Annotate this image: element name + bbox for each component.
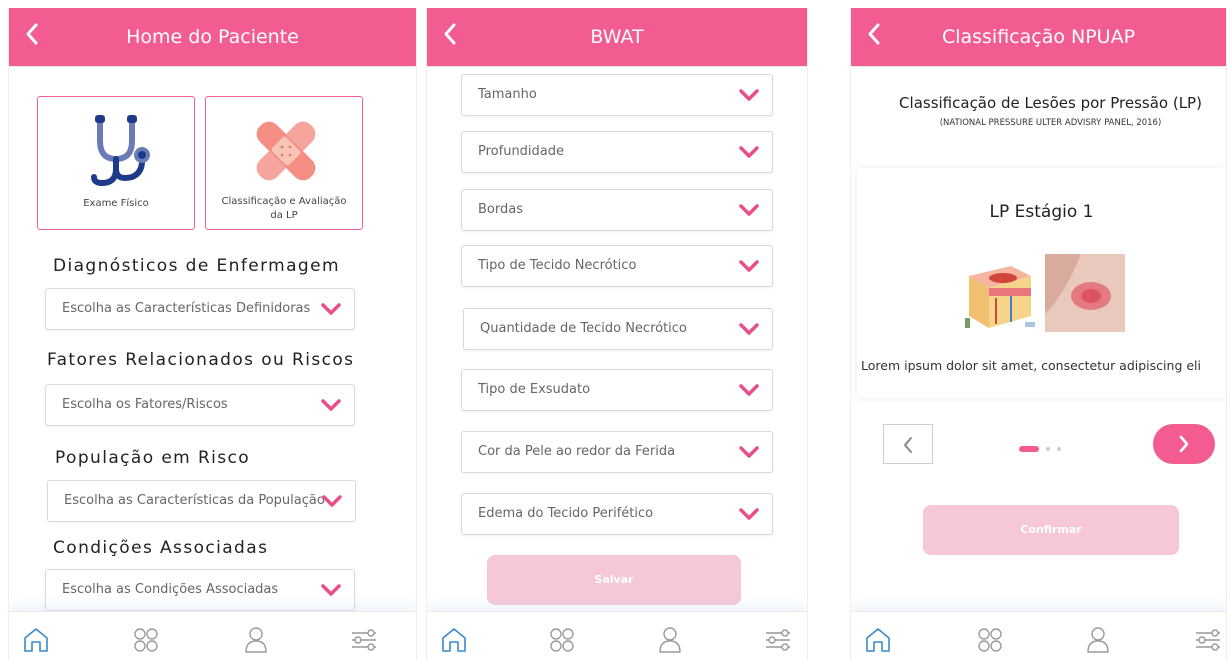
tab-grid[interactable] (547, 626, 577, 654)
tab-settings[interactable] (763, 626, 793, 654)
select-label: Bordas (478, 202, 523, 217)
header: Home do Paciente (9, 8, 416, 66)
select-label: Edema do Tecido Perifético (478, 506, 654, 521)
select-quantidade-tecido-necrotico[interactable]: Quantidade de Tecido Necrótico (463, 308, 773, 350)
tab-grid[interactable] (975, 626, 1005, 654)
select-label: Escolha as Características Definidoras (62, 301, 311, 316)
page-heading: Classificação de Lesões por Pressão (LP) (899, 94, 1202, 112)
page-title: Classificação NPUAP (941, 26, 1136, 48)
bandage-icon (256, 121, 316, 181)
chevron-down-icon (739, 89, 759, 101)
grid-icon (134, 628, 158, 652)
select-tamanho[interactable]: Tamanho (461, 74, 773, 116)
home-icon (442, 628, 466, 652)
bottom-tab-bar (851, 611, 1226, 661)
chevron-down-icon (739, 260, 759, 272)
chevron-down-icon (739, 146, 759, 158)
card-label-line2: da LP (270, 210, 298, 221)
tab-settings[interactable] (1193, 626, 1223, 654)
grid-icon (550, 628, 574, 652)
select-fatores-riscos[interactable]: Escolha os Fatores/Riscos (45, 384, 355, 426)
sliders-icon (352, 629, 376, 651)
chevron-left-icon (904, 437, 912, 453)
tab-home[interactable] (863, 626, 893, 654)
tab-home[interactable] (439, 626, 469, 654)
chevron-down-icon (739, 384, 759, 396)
slide-text: Lorem ipsum dolor sit amet, consectetur … (861, 358, 1201, 373)
section-title-diagnosticos: Diagnósticos de Enfermagem (53, 256, 340, 276)
chevron-right-icon (1179, 435, 1189, 453)
chevron-down-icon (322, 495, 342, 507)
card-label: Exame Físico (83, 198, 149, 209)
screen-bwat: BWAT Tamanho Profundidade Bordas Tipo de… (426, 8, 808, 661)
select-label: Cor da Pele ao redor da Ferida (478, 444, 676, 459)
user-icon (245, 627, 267, 653)
sliders-icon (1196, 629, 1220, 651)
chevron-down-icon (739, 204, 759, 216)
select-profundidade[interactable]: Profundidade (461, 131, 773, 173)
screen-classificacao-npuap: Classificação NPUAP Classificação de Les… (850, 8, 1227, 661)
save-button[interactable]: Salvar (487, 555, 741, 605)
header: Classificação NPUAP (851, 8, 1226, 66)
confirm-button[interactable]: Confirmar (923, 505, 1179, 555)
chevron-down-icon (321, 584, 341, 596)
skin-layers-image (965, 266, 1035, 328)
tab-profile[interactable] (241, 626, 271, 654)
tab-settings[interactable] (349, 626, 379, 654)
section-title-populacao: População em Risco (55, 448, 251, 468)
slide-title: LP Estágio 1 (989, 202, 1094, 222)
select-label: Tipo de Exsudato (478, 382, 591, 397)
chevron-down-icon (739, 508, 759, 520)
select-caracteristicas-definidoras[interactable]: Escolha as Características Definidoras (45, 288, 355, 330)
select-label: Quantidade de Tecido Necrótico (480, 321, 687, 336)
screen-home-paciente: Home do Paciente Exame Físico Classifica… (8, 8, 417, 661)
select-label: Tipo de Tecido Necrótico (478, 258, 637, 273)
chevron-down-icon (739, 323, 759, 335)
card-exame-fisico[interactable]: Exame Físico (37, 96, 195, 230)
bottom-tab-bar (9, 611, 416, 661)
select-edema-tecido[interactable]: Edema do Tecido Perifético (461, 493, 773, 535)
page-subheading: (NATIONAL PRESSURE ULTER ADVISRY PANEL, … (939, 118, 1162, 128)
select-label: Escolha os Fatores/Riscos (62, 397, 228, 412)
select-tipo-exsudato[interactable]: Tipo de Exsudato (461, 369, 773, 411)
chevron-down-icon (321, 399, 341, 411)
wound-photo-image (1045, 254, 1125, 332)
select-label: Tamanho (478, 87, 537, 102)
select-condicoes-associadas[interactable]: Escolha as Condições Associadas (45, 569, 355, 611)
grid-icon (978, 628, 1002, 652)
carousel-dot-active[interactable] (1019, 446, 1039, 452)
user-icon (1087, 627, 1109, 653)
select-cor-pele[interactable]: Cor da Pele ao redor da Ferida (461, 431, 773, 473)
carousel-slide: LP Estágio 1 Lorem ipsum dolor sit amet,… (857, 168, 1226, 398)
carousel-dot[interactable] (1057, 447, 1061, 451)
select-bordas[interactable]: Bordas (461, 189, 773, 231)
tab-profile[interactable] (655, 626, 685, 654)
home-icon (866, 628, 890, 652)
card-label-line1: Classificação e Avaliação (221, 196, 347, 207)
tab-profile[interactable] (1083, 626, 1113, 654)
select-label: Escolha as Condições Associadas (62, 582, 279, 597)
carousel-next-button[interactable] (1153, 424, 1215, 464)
section-title-condicoes: Condições Associadas (53, 538, 269, 558)
section-title-fatores: Fatores Relacionados ou Riscos (47, 350, 355, 370)
home-icon (24, 628, 48, 652)
page-title: BWAT (590, 26, 644, 48)
chevron-down-icon (739, 446, 759, 458)
stethoscope-icon (91, 115, 150, 187)
bottom-tab-bar (427, 611, 807, 661)
header: BWAT (427, 8, 807, 66)
chevron-down-icon (321, 303, 341, 315)
select-label: Escolha as Características da População (64, 493, 325, 508)
user-icon (659, 627, 681, 653)
tab-home[interactable] (21, 626, 51, 654)
select-caracteristicas-populacao[interactable]: Escolha as Características da População (47, 480, 356, 522)
sliders-icon (766, 629, 790, 651)
carousel-dot[interactable] (1046, 447, 1050, 451)
card-classificacao-lp[interactable]: Classificação e Avaliação da LP (205, 96, 363, 230)
carousel-prev-button[interactable] (883, 424, 933, 464)
tab-grid[interactable] (131, 626, 161, 654)
page-title: Home do Paciente (126, 26, 299, 48)
select-tipo-tecido-necrotico[interactable]: Tipo de Tecido Necrótico (461, 245, 773, 287)
select-label: Profundidade (478, 144, 565, 159)
